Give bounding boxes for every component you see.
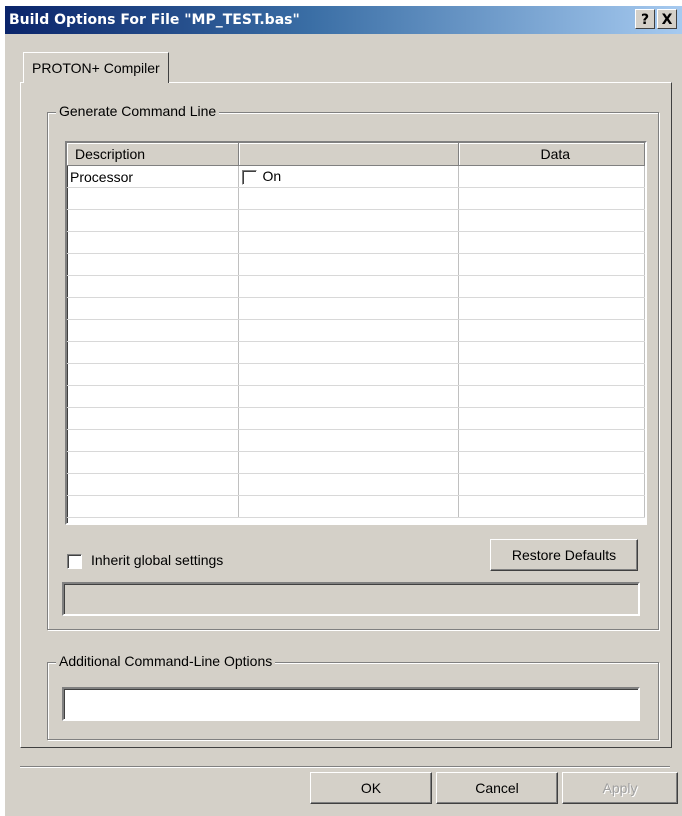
empty-cell[interactable] (67, 253, 239, 276)
table-row[interactable] (67, 275, 645, 298)
empty-cell[interactable] (67, 495, 239, 518)
column-header-data[interactable]: Data (458, 143, 645, 166)
options-grid[interactable]: Description Data Processor On (65, 141, 647, 525)
empty-cell[interactable] (238, 275, 459, 298)
processor-checkbox-label: On (262, 168, 282, 185)
empty-cell[interactable] (238, 385, 459, 408)
table-row[interactable] (67, 385, 645, 408)
empty-cell[interactable] (238, 451, 459, 474)
ok-button[interactable]: OK (310, 772, 432, 804)
table-row[interactable] (67, 341, 645, 364)
empty-cell[interactable] (238, 429, 459, 452)
empty-cell[interactable] (67, 341, 239, 364)
empty-cell[interactable] (67, 319, 239, 342)
empty-cell[interactable] (458, 187, 645, 210)
cell-description[interactable]: Processor (67, 165, 239, 188)
processor-checkbox[interactable] (241, 169, 257, 185)
empty-cell[interactable] (67, 275, 239, 298)
table-row[interactable] (67, 429, 645, 452)
empty-cell[interactable] (238, 187, 459, 210)
inherit-global-settings-checkbox[interactable] (67, 554, 82, 569)
empty-cell[interactable] (238, 231, 459, 254)
title-bar: Build Options For File "MP_TEST.bas" ? X (5, 6, 682, 34)
empty-cell[interactable] (67, 407, 239, 430)
dialog-title: Build Options For File "MP_TEST.bas" (9, 12, 300, 28)
empty-cell[interactable] (238, 407, 459, 430)
additional-options-input[interactable] (62, 687, 640, 721)
empty-cell[interactable] (458, 319, 645, 342)
build-options-dialog: Build Options For File "MP_TEST.bas" ? X… (5, 6, 682, 816)
empty-cell[interactable] (67, 187, 239, 210)
empty-cell[interactable] (458, 275, 645, 298)
table-row[interactable] (67, 451, 645, 474)
table-row[interactable] (67, 473, 645, 496)
table-row[interactable] (67, 363, 645, 386)
cell-value[interactable]: On (238, 165, 459, 188)
apply-button[interactable]: Apply (562, 772, 678, 804)
table-row[interactable] (67, 407, 645, 430)
empty-cell[interactable] (458, 451, 645, 474)
empty-cell[interactable] (458, 495, 645, 518)
empty-cell[interactable] (238, 473, 459, 496)
empty-cell[interactable] (238, 341, 459, 364)
empty-cell[interactable] (238, 209, 459, 232)
empty-cell[interactable] (458, 341, 645, 364)
column-header-value[interactable] (238, 143, 459, 166)
inherit-global-settings-label: Inherit global settings (91, 552, 224, 568)
empty-cell[interactable] (67, 297, 239, 320)
empty-cell[interactable] (458, 231, 645, 254)
restore-defaults-button[interactable]: Restore Defaults (490, 539, 638, 571)
table-row[interactable] (67, 297, 645, 320)
empty-cell[interactable] (458, 385, 645, 408)
cancel-button[interactable]: Cancel (436, 772, 558, 804)
empty-cell[interactable] (67, 231, 239, 254)
empty-cell[interactable] (458, 429, 645, 452)
table-row[interactable]: Processor On (67, 165, 645, 188)
empty-cell[interactable] (458, 253, 645, 276)
empty-cell[interactable] (67, 429, 239, 452)
tab-proton-compiler[interactable]: PROTON+ Compiler (23, 52, 169, 83)
empty-cell[interactable] (67, 451, 239, 474)
empty-cell[interactable] (67, 209, 239, 232)
table-row[interactable] (67, 495, 645, 518)
empty-cell[interactable] (458, 473, 645, 496)
table-row[interactable] (67, 187, 645, 210)
cell-data[interactable] (458, 165, 645, 188)
table-row[interactable] (67, 319, 645, 342)
empty-cell[interactable] (238, 495, 459, 518)
table-row[interactable] (67, 209, 645, 232)
empty-cell[interactable] (238, 319, 459, 342)
empty-cell[interactable] (67, 385, 239, 408)
button-separator (20, 766, 670, 768)
help-button[interactable]: ? (635, 9, 655, 29)
column-header-description[interactable]: Description (67, 143, 239, 166)
empty-cell[interactable] (458, 297, 645, 320)
empty-cell[interactable] (238, 253, 459, 276)
grid-header: Description Data (67, 143, 645, 166)
empty-cell[interactable] (238, 363, 459, 386)
additional-options-label: Additional Command-Line Options (56, 653, 276, 669)
empty-cell[interactable] (238, 297, 459, 320)
empty-cell[interactable] (67, 363, 239, 386)
table-row[interactable] (67, 253, 645, 276)
empty-cell[interactable] (67, 473, 239, 496)
command-line-preview (62, 582, 640, 616)
table-row[interactable] (67, 231, 645, 254)
empty-cell[interactable] (458, 407, 645, 430)
empty-cell[interactable] (458, 209, 645, 232)
generate-command-line-label: Generate Command Line (56, 103, 220, 119)
empty-cell[interactable] (458, 363, 645, 386)
close-button[interactable]: X (657, 9, 677, 29)
